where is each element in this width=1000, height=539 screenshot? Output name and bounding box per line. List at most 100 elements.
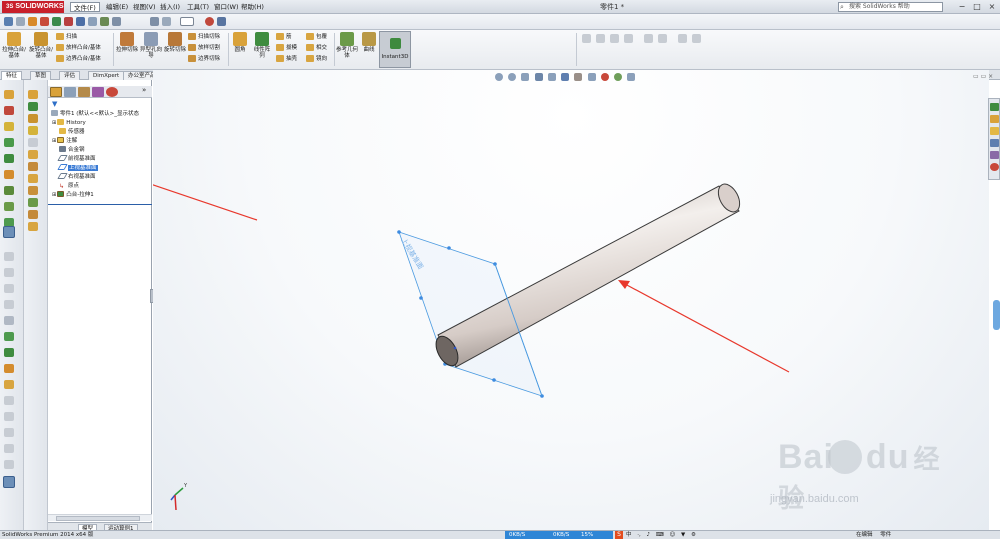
- tree-item-annotations[interactable]: ⊞ 注解: [52, 137, 77, 145]
- filter-icon[interactable]: ▼: [52, 100, 57, 108]
- menu-window[interactable]: 窗口(W): [211, 2, 242, 12]
- wrap-button[interactable]: 包覆: [306, 33, 327, 42]
- curves-button[interactable]: 曲线: [360, 32, 378, 53]
- shell-button[interactable]: 抽壳: [276, 55, 297, 64]
- draft-feature-icon[interactable]: [28, 186, 38, 195]
- hole-icon[interactable]: [28, 138, 38, 147]
- property-manager-tab-icon[interactable]: [64, 87, 76, 97]
- dimxpert-tab-icon[interactable]: [92, 87, 104, 97]
- redo-icon[interactable]: [64, 17, 73, 26]
- spline-icon[interactable]: [4, 186, 14, 195]
- wrap-feature-icon[interactable]: [28, 222, 38, 231]
- view-settings-icon[interactable]: [627, 73, 636, 81]
- move-face-icon[interactable]: [658, 34, 667, 43]
- block-icon[interactable]: [4, 332, 14, 341]
- menu-tools[interactable]: 工具(T): [184, 2, 212, 12]
- dome-icon[interactable]: [678, 34, 687, 43]
- view-palette-icon[interactable]: [990, 139, 999, 147]
- mirror-sketch-icon[interactable]: [4, 460, 14, 469]
- flex-icon[interactable]: [692, 34, 701, 43]
- mold-tools-icon[interactable]: [610, 34, 619, 43]
- mirror-button[interactable]: 镜向: [306, 55, 327, 64]
- text-icon[interactable]: [4, 348, 14, 357]
- edit-appearance-icon[interactable]: [600, 73, 609, 81]
- point-icon[interactable]: [4, 364, 14, 373]
- menu-insert[interactable]: 插入(I): [157, 2, 183, 12]
- chamfer-sketch-icon[interactable]: [4, 412, 14, 421]
- sketch-icon[interactable]: [4, 90, 14, 99]
- undo-icon[interactable]: [52, 17, 61, 26]
- plane-handle[interactable]: [397, 230, 401, 234]
- linear-pattern-button[interactable]: 线性阵列: [252, 32, 272, 59]
- fillet-sketch-icon[interactable]: [4, 396, 14, 405]
- fillet-button[interactable]: 圆角: [230, 32, 250, 53]
- close-button[interactable]: ×: [985, 1, 999, 12]
- help-search-input[interactable]: ⌕ 搜索 SolidWorks 帮助: [838, 2, 943, 12]
- tree-item-material[interactable]: 合金钢: [59, 146, 85, 154]
- apply-scene-icon[interactable]: [614, 73, 623, 81]
- list-icon[interactable]: [217, 17, 226, 26]
- rebuild-icon[interactable]: [76, 17, 85, 26]
- tree-item-front-plane[interactable]: 前视基准面: [57, 155, 96, 163]
- weldment-icon[interactable]: [596, 34, 605, 43]
- display-style-icon[interactable]: [3, 476, 15, 488]
- open-icon[interactable]: [16, 17, 25, 26]
- dome-feature-icon[interactable]: [28, 210, 38, 219]
- convert-icon[interactable]: [4, 300, 14, 309]
- tree-item-right-plane[interactable]: 右视基准面: [57, 173, 96, 181]
- appearance-icon[interactable]: [205, 17, 214, 26]
- tree-item-origin[interactable]: ↳ 原点: [59, 182, 79, 190]
- pointer-select-icon[interactable]: [180, 17, 194, 26]
- circle-icon[interactable]: [4, 154, 14, 163]
- fillet-feature-icon[interactable]: [28, 150, 38, 159]
- minimize-button[interactable]: −: [955, 1, 969, 12]
- curve-feature-icon[interactable]: [28, 198, 38, 207]
- instant3d-button[interactable]: Instant3D: [379, 31, 411, 68]
- rectangle-icon[interactable]: [4, 138, 14, 147]
- revolve-cut-button[interactable]: 旋转切除: [164, 32, 186, 53]
- pattern-icon[interactable]: [4, 202, 14, 211]
- arc-icon[interactable]: [4, 170, 14, 179]
- boss-icon[interactable]: [28, 90, 38, 99]
- extrude-boss-button[interactable]: 拉伸凸台/基体: [2, 32, 26, 59]
- appearances-icon[interactable]: [990, 151, 999, 159]
- menu-file[interactable]: 文件(F): [70, 2, 100, 12]
- previous-view-icon[interactable]: [521, 73, 530, 81]
- split-line-icon[interactable]: [644, 34, 653, 43]
- loft-boss-button[interactable]: 放样凸台/基体: [56, 44, 101, 53]
- draft-button[interactable]: 拔模: [276, 44, 297, 53]
- display-manager-tab-icon[interactable]: [106, 87, 118, 97]
- horizontal-scrollbar[interactable]: [48, 514, 152, 521]
- menu-edit[interactable]: 编辑(E): [103, 2, 131, 12]
- sweep-button[interactable]: 扫描: [56, 33, 77, 42]
- chamfer-feature-icon[interactable]: [28, 162, 38, 171]
- maximize-button[interactable]: □: [970, 1, 984, 12]
- options-icon[interactable]: [100, 17, 109, 26]
- revolve-icon[interactable]: [28, 114, 38, 123]
- save-icon[interactable]: [28, 17, 37, 26]
- shell-feature-icon[interactable]: [28, 174, 38, 183]
- print-icon[interactable]: [40, 17, 49, 26]
- plane-handle[interactable]: [419, 296, 423, 300]
- view-orientation-icon[interactable]: [561, 73, 570, 81]
- split-entity-icon[interactable]: [4, 444, 14, 453]
- lofted-cut-button[interactable]: 放样切割: [188, 44, 220, 53]
- intersect-button[interactable]: 相交: [306, 44, 327, 53]
- sheet-metal-icon[interactable]: [582, 34, 591, 43]
- view-orient-icon[interactable]: [150, 17, 159, 26]
- configuration-tab-icon[interactable]: [78, 87, 90, 97]
- line-icon[interactable]: [4, 122, 14, 131]
- rib-button[interactable]: 筋: [276, 33, 292, 42]
- tree-item-sensors[interactable]: 传感器: [59, 128, 85, 136]
- zoom-icon[interactable]: [162, 17, 171, 26]
- swept-cut-button[interactable]: 扫描切除: [188, 33, 220, 42]
- menu-help[interactable]: 帮助(H): [238, 2, 267, 12]
- dynamic-annotation-icon[interactable]: [547, 73, 556, 81]
- feature-tree-tab-icon[interactable]: [50, 87, 62, 97]
- relation-icon[interactable]: [4, 252, 14, 261]
- section-view-icon[interactable]: [534, 73, 543, 81]
- tree-root[interactable]: 零件1 (默认<<默认>_显示状态: [51, 110, 139, 118]
- repair-icon[interactable]: [4, 268, 14, 277]
- rollback-bar[interactable]: [48, 204, 152, 205]
- file-properties-icon[interactable]: [88, 17, 97, 26]
